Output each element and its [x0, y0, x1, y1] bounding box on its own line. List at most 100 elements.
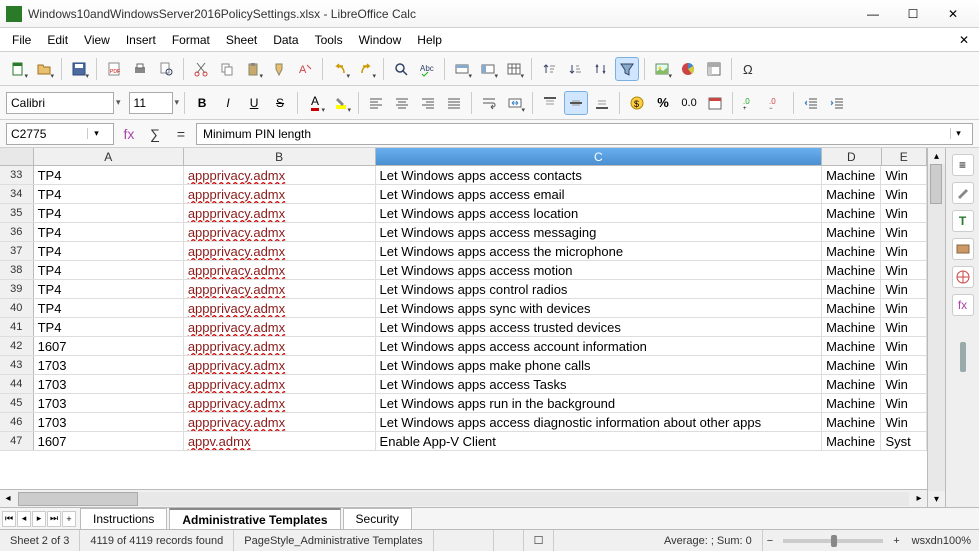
- cell[interactable]: 1703: [34, 356, 184, 374]
- cell[interactable]: Machine: [822, 223, 881, 241]
- col-header-c[interactable]: C: [376, 148, 823, 165]
- wrap-text-button[interactable]: [477, 91, 501, 115]
- cell[interactable]: Win: [881, 261, 927, 279]
- table-row[interactable]: 451703appprivacy.admxLet Windows apps ru…: [0, 394, 927, 413]
- valign-mid-button[interactable]: [564, 91, 588, 115]
- row-header[interactable]: 45: [0, 394, 34, 412]
- cell[interactable]: Let Windows apps access trusted devices: [376, 318, 823, 336]
- cell[interactable]: 1607: [34, 337, 184, 355]
- tab-first-button[interactable]: ⏮: [2, 511, 16, 527]
- styles-icon[interactable]: T: [952, 210, 974, 232]
- image-button[interactable]: [650, 57, 674, 81]
- redo-button[interactable]: [354, 57, 378, 81]
- close-button[interactable]: ✕: [933, 2, 973, 26]
- cell[interactable]: appprivacy.admx: [184, 394, 376, 412]
- sidebar-menu-icon[interactable]: ≡: [952, 154, 974, 176]
- cell[interactable]: 1607: [34, 432, 184, 450]
- doc-close-button[interactable]: ✕: [953, 31, 975, 49]
- cell[interactable]: Let Windows apps access account informat…: [376, 337, 823, 355]
- cell[interactable]: TP4: [34, 318, 184, 336]
- cell[interactable]: TP4: [34, 204, 184, 222]
- cell[interactable]: Win: [881, 356, 927, 374]
- find-button[interactable]: [389, 57, 413, 81]
- row-header[interactable]: 43: [0, 356, 34, 374]
- cell[interactable]: Win: [881, 204, 927, 222]
- maximize-button[interactable]: ☐: [893, 2, 933, 26]
- row-header[interactable]: 37: [0, 242, 34, 260]
- highlight-button[interactable]: [329, 91, 353, 115]
- table-row[interactable]: 41TP4appprivacy.admxLet Windows apps acc…: [0, 318, 927, 337]
- merge-cells-button[interactable]: [503, 91, 527, 115]
- underline-button[interactable]: U: [242, 91, 266, 115]
- status-language[interactable]: [434, 530, 494, 551]
- table-row[interactable]: 421607appprivacy.admxLet Windows apps ac…: [0, 337, 927, 356]
- formula-button[interactable]: =: [170, 123, 192, 145]
- row-header[interactable]: 39: [0, 280, 34, 298]
- status-insert-mode[interactable]: [494, 530, 524, 551]
- italic-button[interactable]: I: [216, 91, 240, 115]
- cell[interactable]: appprivacy.admx: [184, 413, 376, 431]
- tab-prev-button[interactable]: ◂: [17, 511, 31, 527]
- del-decimal-button[interactable]: .0−: [764, 91, 788, 115]
- valign-bottom-button[interactable]: [590, 91, 614, 115]
- table-row[interactable]: 36TP4appprivacy.admxLet Windows apps acc…: [0, 223, 927, 242]
- align-right-button[interactable]: [416, 91, 440, 115]
- cell[interactable]: TP4: [34, 185, 184, 203]
- scroll-left-button[interactable]: ◂: [0, 491, 16, 507]
- cell[interactable]: Win: [881, 166, 927, 184]
- table-row[interactable]: 38TP4appprivacy.admxLet Windows apps acc…: [0, 261, 927, 280]
- table-row[interactable]: 33TP4appprivacy.admxLet Windows apps acc…: [0, 166, 927, 185]
- row-header[interactable]: 33: [0, 166, 34, 184]
- cell[interactable]: Let Windows apps access location: [376, 204, 823, 222]
- status-calc[interactable]: Average: ; Sum: 0: [654, 530, 763, 551]
- export-pdf-button[interactable]: PDF: [102, 57, 126, 81]
- cell[interactable]: appprivacy.admx: [184, 185, 376, 203]
- sum-button[interactable]: ∑: [144, 123, 166, 145]
- cell[interactable]: appprivacy.admx: [184, 280, 376, 298]
- cell[interactable]: appprivacy.admx: [184, 337, 376, 355]
- table-row[interactable]: 461703appprivacy.admxLet Windows apps ac…: [0, 413, 927, 432]
- sheet-tab-instructions[interactable]: Instructions: [80, 508, 167, 529]
- cell[interactable]: Win: [881, 318, 927, 336]
- cell[interactable]: appprivacy.admx: [184, 375, 376, 393]
- dec-indent-button[interactable]: [799, 91, 823, 115]
- cell[interactable]: appprivacy.admx: [184, 261, 376, 279]
- menu-help[interactable]: Help: [409, 30, 450, 50]
- table-row[interactable]: 35TP4appprivacy.admxLet Windows apps acc…: [0, 204, 927, 223]
- cell[interactable]: appprivacy.admx: [184, 223, 376, 241]
- vertical-scrollbar[interactable]: ▴ ▾: [927, 148, 945, 507]
- col-header-d[interactable]: D: [822, 148, 881, 165]
- name-box-dropdown[interactable]: ▾: [87, 128, 105, 139]
- number-button[interactable]: 0.0: [677, 91, 701, 115]
- table-row[interactable]: 441703appprivacy.admxLet Windows apps ac…: [0, 375, 927, 394]
- status-sheet[interactable]: Sheet 2 of 3: [0, 530, 80, 551]
- align-left-button[interactable]: [364, 91, 388, 115]
- size-dropdown-icon[interactable]: ▾: [175, 97, 180, 108]
- cell[interactable]: appprivacy.admx: [184, 204, 376, 222]
- cell[interactable]: Let Windows apps access diagnostic infor…: [376, 413, 823, 431]
- row-header[interactable]: 34: [0, 185, 34, 203]
- menu-format[interactable]: Format: [164, 30, 218, 50]
- cell[interactable]: appprivacy.admx: [184, 242, 376, 260]
- cell[interactable]: Machine: [822, 375, 881, 393]
- row-header[interactable]: 44: [0, 375, 34, 393]
- table-row[interactable]: 34TP4appprivacy.admxLet Windows apps acc…: [0, 185, 927, 204]
- percent-button[interactable]: %: [651, 91, 675, 115]
- cell[interactable]: Machine: [822, 242, 881, 260]
- hscroll-thumb[interactable]: [18, 492, 138, 506]
- cell[interactable]: appprivacy.admx: [184, 318, 376, 336]
- column-button[interactable]: [476, 57, 500, 81]
- cell[interactable]: 1703: [34, 375, 184, 393]
- cell[interactable]: Machine: [822, 337, 881, 355]
- menu-file[interactable]: File: [4, 30, 39, 50]
- clone-format-button[interactable]: [267, 57, 291, 81]
- menu-sheet[interactable]: Sheet: [218, 30, 265, 50]
- inc-indent-button[interactable]: [825, 91, 849, 115]
- cell[interactable]: Win: [881, 337, 927, 355]
- cell[interactable]: Machine: [822, 299, 881, 317]
- cell[interactable]: Machine: [822, 318, 881, 336]
- font-color-button[interactable]: A: [303, 91, 327, 115]
- row-header[interactable]: 38: [0, 261, 34, 279]
- font-dropdown-icon[interactable]: ▾: [116, 97, 121, 108]
- strike-button[interactable]: S: [268, 91, 292, 115]
